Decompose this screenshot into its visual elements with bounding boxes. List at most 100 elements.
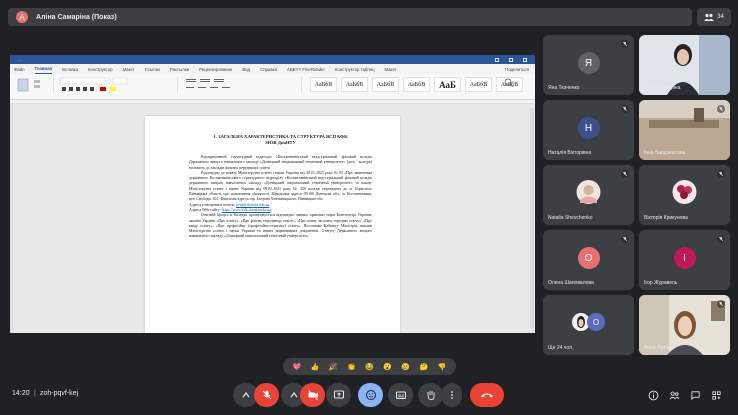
font-group xyxy=(58,77,178,93)
reaction-button[interactable]: 💖 xyxy=(292,362,302,372)
mic-off-icon xyxy=(621,235,629,243)
document-canvas: 1. ЗАГАЛЬНА ХАРАКТЕРИСТИКА ТА СТРУКТУРА … xyxy=(10,104,535,333)
presenter-banner: А Аліна Самаріна (Показ) xyxy=(8,8,692,26)
more-options-button[interactable] xyxy=(442,383,462,407)
mic-off-icon xyxy=(717,235,725,243)
captions-button[interactable] xyxy=(388,383,413,407)
phone-hangup-icon xyxy=(481,393,493,398)
editing-group xyxy=(500,77,530,93)
mic-off-icon xyxy=(621,170,629,178)
clipboard-group xyxy=(14,77,54,93)
mic-off-icon xyxy=(717,300,725,308)
activities-button[interactable] xyxy=(709,388,723,402)
participant-avatar: О xyxy=(577,247,600,269)
ribbon-tab: Вставка xyxy=(62,67,79,72)
shared-screen: ... Файл Главная Вставка Конструктор Макет Сс… xyxy=(10,55,535,333)
camera-toggle-button[interactable] xyxy=(300,383,325,407)
participant-tile[interactable]: О Ще 24 чол. xyxy=(543,295,634,355)
meeting-code: zoh-pqvf-kej xyxy=(40,390,79,397)
ribbon-tab: Вид xyxy=(242,67,251,72)
mic-off-icon xyxy=(262,390,271,400)
word-titlebar: ... xyxy=(10,55,535,64)
ribbon-tab: ABBYY FineReader xyxy=(286,67,325,72)
participant-tile[interactable]: О Олена Шаповалова xyxy=(543,230,634,290)
reaction-button[interactable]: 😢 xyxy=(401,362,411,372)
participant-name: Natalia Shevchenko xyxy=(548,215,593,221)
people-icon xyxy=(669,391,679,399)
chevron-up-icon xyxy=(242,392,249,398)
participant-name: Ігор Журавель xyxy=(644,280,678,286)
reaction-button[interactable]: 😂 xyxy=(364,362,374,372)
doc-paragraph: Відповідно до наказу Міністерства освіти… xyxy=(189,170,372,202)
participant-name: Наталія Вікторівна xyxy=(548,150,592,156)
reaction-button[interactable]: 👏 xyxy=(346,362,356,372)
doc-heading-line-2: ЗНЗВ ДонНТУ xyxy=(265,140,296,145)
participant-tile[interactable]: Вікторія Крикунова xyxy=(639,165,730,225)
style-sample: АаБ xyxy=(434,77,461,92)
participants-count-button[interactable]: 34 xyxy=(697,8,731,26)
participant-avatar: Н xyxy=(577,117,600,139)
ribbon-tab: Макет xyxy=(384,67,397,72)
share-button: Поделиться xyxy=(505,67,529,72)
end-call-button[interactable] xyxy=(470,383,504,407)
ribbon-tab: Рецензирование xyxy=(199,67,233,72)
present-button[interactable] xyxy=(326,383,351,407)
style-sample: АаБбВ xyxy=(310,77,337,92)
participant-tile[interactable]: Анна Ярмак xyxy=(639,295,730,355)
document-page: 1. ЗАГАЛЬНА ХАРАКТЕРИСТИКА ТА СТРУКТУРА … xyxy=(145,116,400,333)
doc-heading: 1. ЗАГАЛЬНА ХАРАКТЕРИСТИКА ТА СТРУКТУРА … xyxy=(189,134,372,146)
doc-paragraph: Відокремлений структурний підрозділ «Кос… xyxy=(189,155,372,170)
mic-toggle-button[interactable] xyxy=(254,383,279,407)
people-icon xyxy=(704,13,715,21)
activities-icon xyxy=(711,390,721,400)
participant-avatar: Я xyxy=(577,52,600,74)
style-sample: АаБбВ xyxy=(372,77,399,92)
ribbon-tab: Рассылки xyxy=(169,67,190,72)
participant-tile[interactable]: І Ігор Журавель xyxy=(639,230,730,290)
presenter-avatar: А xyxy=(16,11,28,23)
mic-off-icon xyxy=(621,105,629,113)
chat-icon xyxy=(690,390,700,400)
info-icon xyxy=(648,390,658,400)
style-sample: АаБбВ xyxy=(403,77,430,92)
ribbon-tab: Конструктор таблиц xyxy=(334,67,375,72)
ribbon-tab: Ссылки xyxy=(144,67,160,72)
minimize-icon xyxy=(495,57,499,62)
reaction-button[interactable]: 👍 xyxy=(310,362,320,372)
reaction-button[interactable]: 🎉 xyxy=(328,362,338,372)
reaction-button[interactable]: 😮 xyxy=(383,362,393,372)
participant-name: Яна Ткаченко xyxy=(548,85,580,91)
chevron-up-icon xyxy=(290,392,297,398)
ribbon-tab: Макет xyxy=(122,67,135,72)
captions-icon xyxy=(395,391,406,399)
separator: | xyxy=(34,390,36,397)
doc-paragraph: Освітній процес в Коледжі організовуєтьс… xyxy=(189,213,372,239)
raise-hand-button[interactable] xyxy=(418,383,443,407)
mic-off-icon xyxy=(717,105,725,113)
reactions-button[interactable] xyxy=(358,383,383,407)
hand-icon xyxy=(427,391,434,400)
participant-tile[interactable]: Н Наталія Вікторівна xyxy=(543,100,634,160)
reaction-button[interactable]: 👎 xyxy=(437,362,447,372)
style-sample: АаБбВ xyxy=(465,77,492,92)
presenter-title: Аліна Самаріна (Показ) xyxy=(36,13,117,21)
ribbon-tab: Файл xyxy=(14,67,25,72)
word-title: ... xyxy=(18,57,22,62)
word-ribbon-tabs: Файл Главная Вставка Конструктор Макет Ссылки… xyxy=(10,64,535,74)
participant-tile[interactable]: Аліна Самаріна xyxy=(639,35,730,95)
participant-tile[interactable]: Інна Бардакасова xyxy=(639,100,730,160)
close-icon xyxy=(523,57,527,62)
mic-off-icon xyxy=(717,170,725,178)
emoji-icon xyxy=(365,390,376,400)
reaction-button[interactable]: 🤔 xyxy=(419,362,429,372)
reactions-bar: 💖 👍 🎉 👏 😂 😮 😢 🤔 👎 xyxy=(283,358,456,375)
ribbon-tab: Конструктор xyxy=(88,67,113,72)
participant-name: Ще 24 чол. xyxy=(548,345,574,351)
meeting-info-button[interactable] xyxy=(646,388,660,402)
participant-avatar: І xyxy=(673,247,696,269)
participant-tile[interactable]: Natalia Shevchenko xyxy=(543,165,634,225)
word-ribbon: АаБбВ АаБбВ АаБбВ АаБбВ АаБ АаБбВ АаБбВ xyxy=(10,74,535,100)
chat-button[interactable] xyxy=(688,388,702,402)
participant-tile[interactable]: Я Яна Ткаченко xyxy=(543,35,634,95)
people-button[interactable] xyxy=(667,388,681,402)
